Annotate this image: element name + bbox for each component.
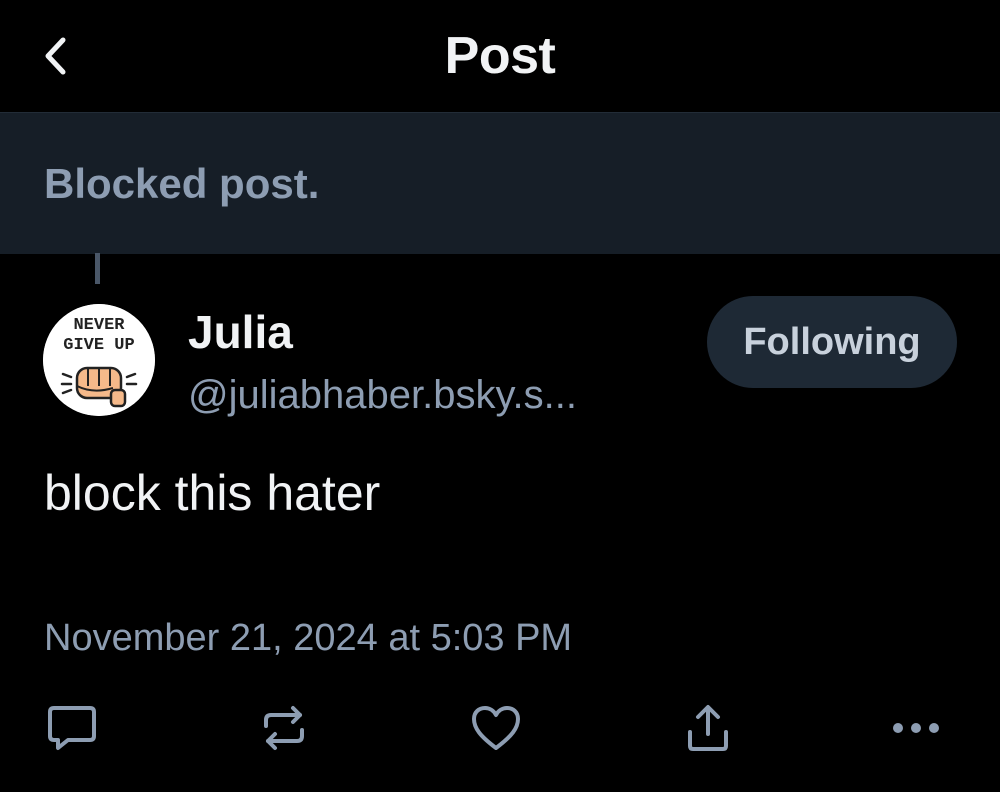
share-button[interactable] [676, 696, 740, 760]
post-timestamp: November 21, 2024 at 5:03 PM [44, 617, 573, 659]
repost-icon [264, 706, 304, 750]
page-title: Post [444, 27, 556, 85]
avatar[interactable]: NEVER GIVE UP [43, 304, 155, 416]
reply-icon [48, 706, 96, 750]
svg-text:NEVER: NEVER [73, 316, 125, 335]
svg-text:GIVE UP: GIVE UP [63, 336, 134, 355]
share-icon [688, 705, 728, 751]
post-actions-bar [0, 690, 1000, 770]
following-button[interactable]: Following [707, 296, 957, 388]
author-handle[interactable]: @juliabhaber.bsky.s... [188, 370, 577, 420]
repost-button[interactable] [252, 696, 316, 760]
more-button[interactable] [884, 696, 948, 760]
author-display-name[interactable]: Julia [188, 304, 293, 360]
post-text: block this hater [44, 465, 381, 521]
more-icon [893, 723, 939, 733]
reply-button[interactable] [40, 696, 104, 760]
header-bar: Post [0, 0, 1000, 112]
like-icon [472, 706, 520, 750]
never-give-up-logo: NEVER GIVE UP [43, 304, 155, 416]
blocked-post-label: Blocked post. [44, 160, 320, 207]
thread-connector-line [95, 253, 100, 284]
like-button[interactable] [464, 696, 528, 760]
